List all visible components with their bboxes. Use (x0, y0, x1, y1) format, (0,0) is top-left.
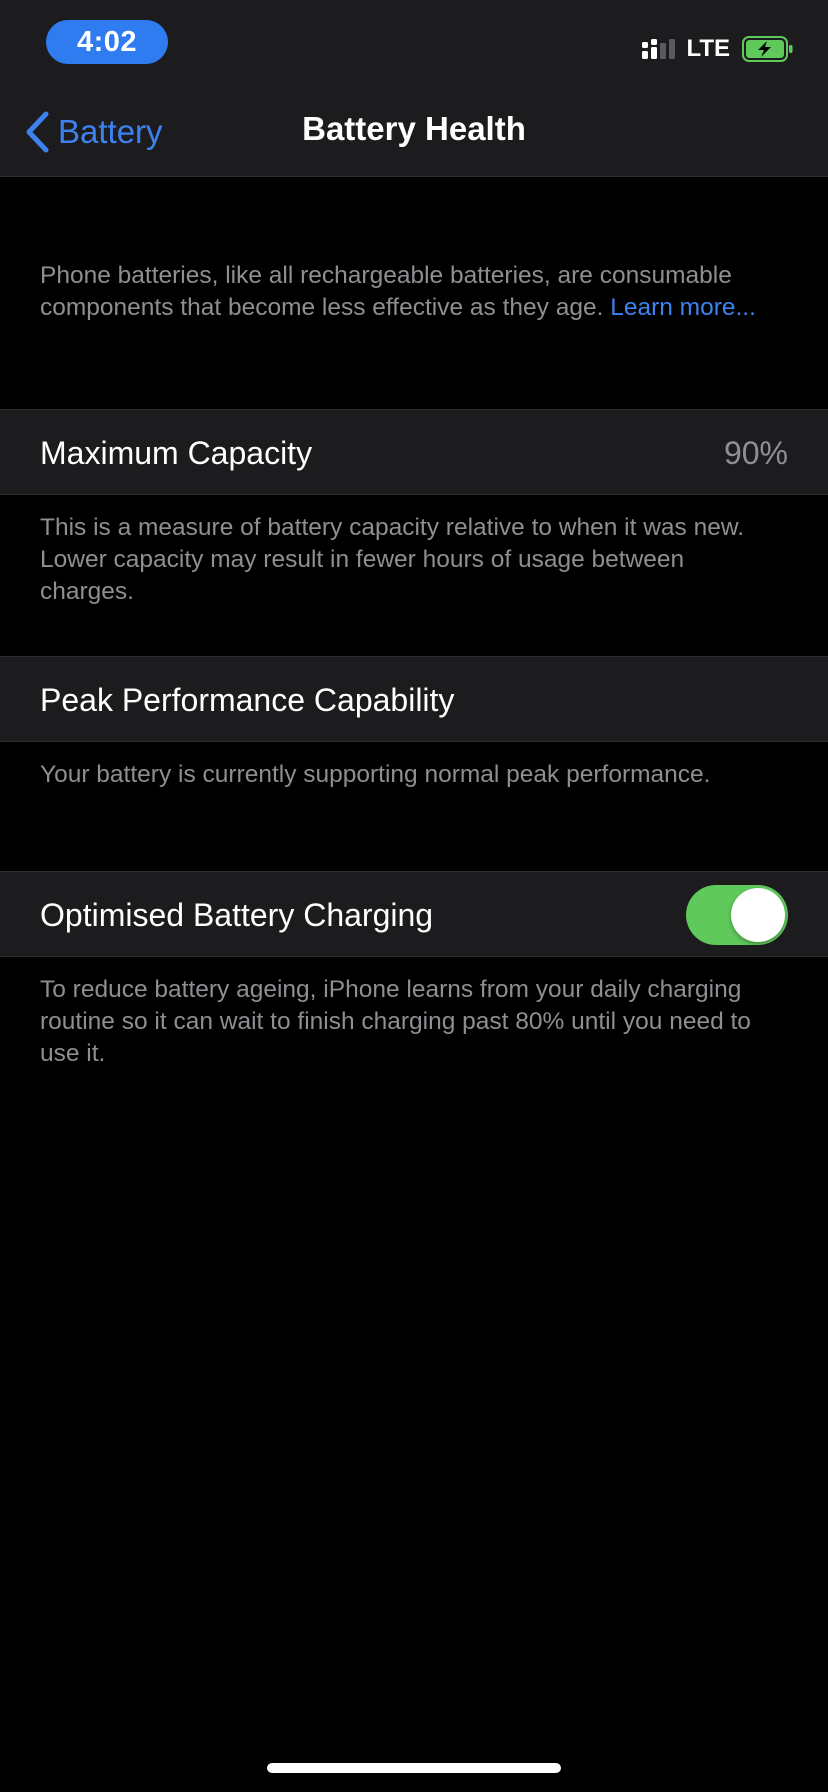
intro-description: Phone batteries, like all rechargeable b… (40, 260, 780, 324)
peak-performance-label: Peak Performance Capability (40, 681, 455, 718)
status-time[interactable]: 4:02 (46, 20, 168, 64)
network-type: LTE (686, 35, 730, 62)
toggle-knob (731, 888, 785, 942)
battery-charging-icon (742, 36, 793, 62)
status-indicators: LTE (642, 34, 794, 64)
optimised-charging-label: Optimised Battery Charging (40, 896, 434, 933)
maximum-capacity-label: Maximum Capacity (40, 434, 313, 471)
maximum-capacity-value: 90% (723, 434, 788, 471)
peak-performance-row: Peak Performance Capability (0, 656, 828, 742)
maximum-capacity-row: Maximum Capacity 90% (0, 409, 828, 495)
optimised-charging-row: Optimised Battery Charging (0, 871, 828, 957)
maximum-capacity-description: This is a measure of battery capacity re… (40, 514, 745, 605)
page-title: Battery Health (302, 110, 526, 147)
navigation-bar: Battery Battery Health (0, 88, 828, 177)
home-indicator[interactable] (267, 1763, 561, 1773)
cellular-signal-icon (642, 39, 676, 59)
status-bar: 4:02 LTE (0, 0, 828, 88)
peak-performance-description: Your battery is currently supporting nor… (40, 761, 711, 788)
optimised-charging-description: To reduce battery ageing, iPhone learns … (40, 976, 751, 1067)
optimised-charging-toggle[interactable] (686, 885, 788, 945)
learn-more-link[interactable]: Learn more... (610, 294, 756, 321)
